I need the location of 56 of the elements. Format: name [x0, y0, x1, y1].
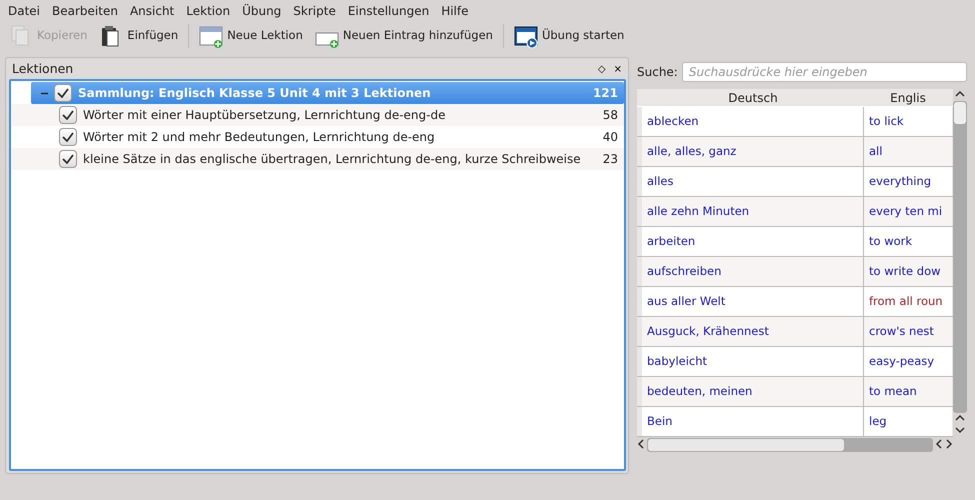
close-button[interactable]: ×	[610, 64, 626, 74]
scroll-left-icon[interactable]	[637, 439, 645, 451]
table-cell: easy-peasy	[864, 347, 952, 376]
search-field[interactable]: Suchausdrücke hier eingeben	[682, 62, 967, 82]
float-button[interactable]: ◇	[594, 64, 610, 74]
tree-row[interactable]: Wörter mit 2 und mehr Bedeutungen, Lernrichtung de-eng 40	[11, 126, 624, 148]
checkbox[interactable]	[59, 106, 77, 124]
checkbox[interactable]	[54, 84, 72, 102]
table-cell: crow's nest	[864, 317, 952, 346]
table-cell: Ausguck, Krähennest	[642, 317, 864, 346]
menu-item[interactable]: Übung	[238, 2, 290, 20]
table-cell: everything	[864, 167, 952, 196]
tree-row[interactable]: Wörter mit einer Hauptübersetzung, Lernrichtung de-eng-de 58	[11, 104, 624, 126]
scroll-left-icon[interactable]	[935, 439, 943, 451]
menu-item[interactable]: Einstellungen	[344, 2, 438, 20]
table-cell: to lick	[864, 107, 952, 136]
table-cell: aus aller Welt	[642, 287, 864, 316]
table-cell: to mean	[864, 377, 952, 406]
table-cell: aufschreiben	[642, 257, 864, 286]
menu-item[interactable]: Bearbeiten	[48, 2, 126, 20]
panel-title: Lektionen	[11, 60, 74, 78]
table-cell: from all roun	[864, 287, 952, 316]
table-cell: Bein	[642, 407, 864, 436]
column-header[interactable]: Englis	[864, 89, 952, 106]
column-header[interactable]: Deutsch	[642, 89, 864, 106]
table-cell: alle zehn Minuten	[642, 197, 864, 226]
new-lesson-icon	[199, 24, 224, 48]
menu-item[interactable]: Skripte	[289, 2, 344, 20]
table-cell: alles	[642, 167, 864, 196]
scroll-right-icon[interactable]	[945, 439, 953, 451]
scroll-thumb[interactable]	[648, 439, 844, 451]
toolbar-button[interactable]: Übung starten	[508, 22, 630, 50]
checkbox[interactable]	[59, 150, 77, 168]
toolbar-button[interactable]: Neue Lektion	[194, 22, 308, 50]
table-cell: every ten mi	[864, 197, 952, 226]
table-cell: alle, alles, ganz	[642, 137, 864, 166]
tree-row[interactable]: kleine Sätze in das englische übertragen, Lernrichtung de-eng, kurze Schreibweise 23	[11, 148, 624, 170]
table-cell: arbeiten	[642, 227, 864, 256]
menu-item[interactable]: Datei	[4, 2, 48, 20]
table-cell: to write dow	[864, 257, 952, 286]
table-cell: all	[864, 137, 952, 166]
menu-item[interactable]: Hilfe	[437, 2, 477, 20]
practice-icon	[514, 24, 538, 48]
menu-item[interactable]: Lektion	[182, 2, 238, 20]
table-cell: bedeuten, meinen	[642, 377, 864, 406]
table-cell: leg	[864, 407, 952, 436]
checkbox[interactable]	[59, 128, 77, 146]
toolbar-button[interactable]: Neuen Eintrag hinzufügen	[310, 22, 498, 50]
table-cell: ablecken	[642, 107, 864, 136]
table-cell: babyleicht	[642, 347, 864, 376]
menu-item[interactable]: Ansicht	[126, 2, 182, 20]
scroll-thumb[interactable]	[954, 102, 966, 124]
search-label: Suche:	[637, 64, 678, 81]
toolbar-button[interactable]: Einfügen	[94, 22, 184, 50]
table-cell: to work	[864, 227, 952, 256]
horizontal-scrollbar[interactable]	[637, 437, 953, 453]
